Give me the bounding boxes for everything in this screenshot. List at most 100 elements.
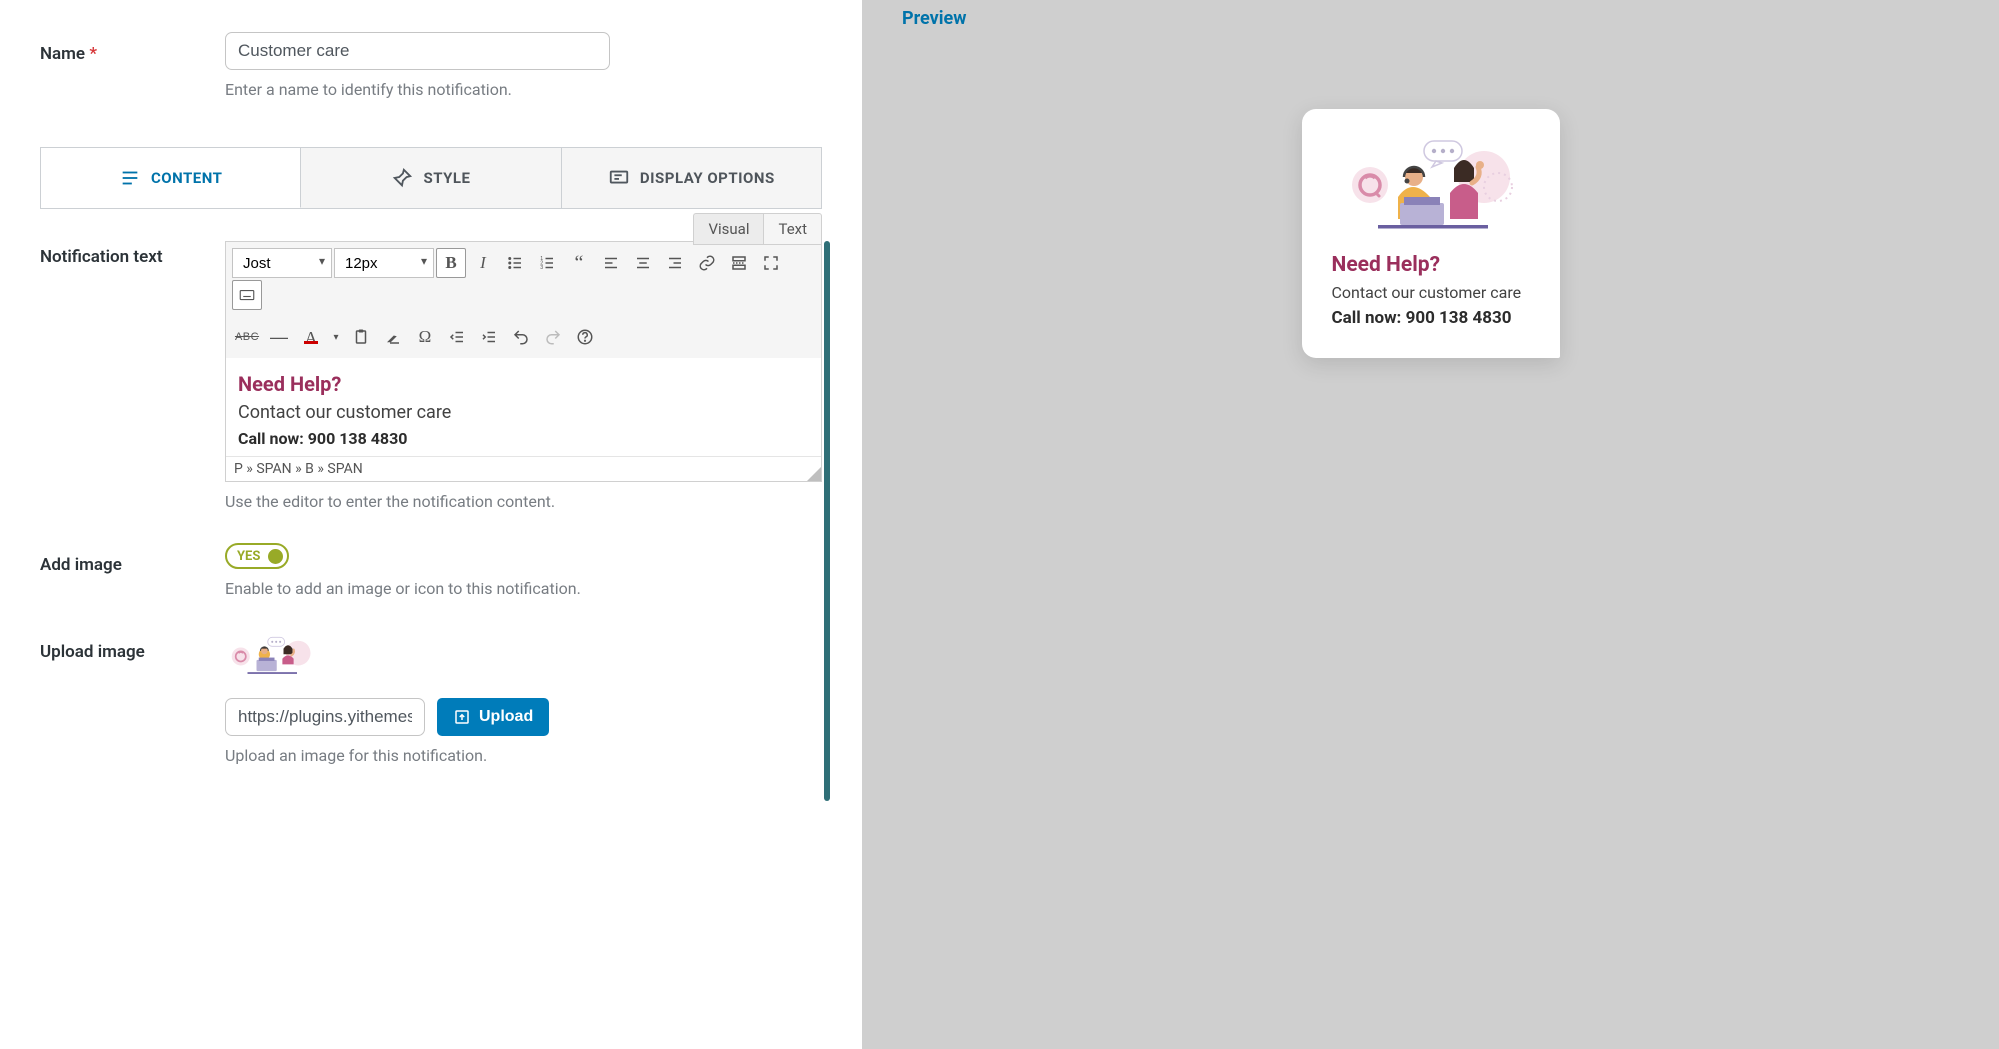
paste-text-button[interactable]	[346, 322, 376, 352]
upload-icon	[453, 708, 471, 726]
tab-content-text: CONTENT	[151, 169, 222, 187]
align-center-icon	[634, 254, 652, 272]
name-field-body: Enter a name to identify this notificati…	[225, 32, 822, 99]
align-right-button[interactable]	[660, 248, 690, 278]
content-icon	[119, 167, 141, 189]
upload-helper: Upload an image for this notification.	[225, 746, 822, 765]
editor-helper: Use the editor to enter the notification…	[225, 492, 822, 511]
italic-button[interactable]: I	[468, 248, 498, 278]
toggle-knob	[268, 549, 283, 564]
readmore-button[interactable]	[724, 248, 754, 278]
toolbar-row-1: Jost 12px B I	[226, 242, 821, 316]
editor-container: Visual Text Jost	[225, 241, 822, 511]
redo-button[interactable]	[538, 322, 568, 352]
readmore-icon	[730, 254, 748, 272]
toggle-text: YES	[237, 549, 260, 564]
upload-label: Upload image	[40, 630, 225, 662]
editor-subtext: Contact our customer care	[238, 402, 809, 423]
help-icon	[576, 328, 594, 346]
add-image-toggle[interactable]: YES	[225, 543, 289, 569]
keyboard-icon	[238, 286, 256, 304]
align-right-icon	[666, 254, 684, 272]
text-color-dropdown[interactable]: ▾	[328, 322, 344, 352]
add-image-body: YES Enable to add an image or icon to th…	[225, 543, 822, 598]
help-button[interactable]	[570, 322, 600, 352]
align-center-button[interactable]	[628, 248, 658, 278]
fullscreen-icon	[762, 254, 780, 272]
tab-style[interactable]: STYLE	[301, 148, 561, 208]
align-left-icon	[602, 254, 620, 272]
name-helper: Enter a name to identify this notificati…	[225, 80, 822, 99]
hr-button[interactable]: —	[264, 322, 294, 352]
tab-display-options[interactable]: DISPLAY OPTIONS	[562, 148, 821, 208]
bold-button[interactable]: B	[436, 248, 466, 278]
editor-section: Notification text Visual Text Jost	[40, 241, 822, 511]
eraser-icon	[384, 328, 402, 346]
preview-subtext: Contact our customer care	[1332, 283, 1530, 302]
upload-row: Upload image	[40, 630, 822, 765]
editor-path-text: P » SPAN » B » SPAN	[234, 461, 363, 477]
preview-calltext: Call now: 900 138 4830	[1332, 308, 1530, 328]
support-illustration-large	[1346, 135, 1516, 233]
upload-url-input[interactable]	[225, 698, 425, 736]
upload-button[interactable]: Upload	[437, 698, 549, 736]
style-icon	[391, 167, 413, 189]
preview-panel: Preview	[862, 0, 1999, 1049]
scroll-indicator[interactable]	[824, 241, 830, 801]
upload-controls: Upload	[225, 698, 822, 736]
preview-card: Need Help? Contact our customer care Cal…	[1302, 109, 1560, 358]
editor-path-bar: P » SPAN » B » SPAN	[226, 456, 821, 481]
preview-illustration	[1332, 135, 1530, 233]
outdent-button[interactable]	[442, 322, 472, 352]
settings-panel: Name * Enter a name to identify this not…	[0, 0, 862, 1049]
section-tabs: CONTENT STYLE DISPLAY OPTIONS	[40, 147, 822, 209]
name-field-row: Name * Enter a name to identify this not…	[40, 32, 822, 99]
toolbar-row-2: ABC — A ▾	[226, 316, 821, 358]
bullet-list-button[interactable]	[500, 248, 530, 278]
redo-icon	[544, 328, 562, 346]
link-button[interactable]	[692, 248, 722, 278]
name-input[interactable]	[225, 32, 610, 70]
add-image-row: Add image YES Enable to add an image or …	[40, 543, 822, 598]
upload-body: Upload Upload an image for this notifica…	[225, 630, 822, 765]
editor-heading-text: Need Help?	[238, 372, 809, 396]
editor-mode-text[interactable]: Text	[763, 213, 822, 245]
fullscreen-button[interactable]	[756, 248, 786, 278]
add-image-label: Add image	[40, 543, 225, 575]
name-label: Name *	[40, 32, 225, 64]
tab-content[interactable]: CONTENT	[41, 148, 301, 208]
editor-box: Jost 12px B I	[225, 241, 822, 482]
tab-style-text: STYLE	[423, 169, 470, 187]
strikethrough-button[interactable]: ABC	[232, 322, 262, 352]
undo-button[interactable]	[506, 322, 536, 352]
blockquote-button[interactable]: “	[564, 248, 594, 278]
upload-button-text: Upload	[479, 708, 533, 726]
bullet-list-icon	[506, 254, 524, 272]
editor-label: Notification text	[40, 241, 225, 267]
add-image-helper: Enable to add an image or icon to this n…	[225, 579, 822, 598]
editor-mode-tabs: Visual Text	[693, 213, 822, 245]
preview-heading: Need Help?	[1332, 253, 1530, 277]
numbered-list-button[interactable]: 123	[532, 248, 562, 278]
display-options-icon	[608, 167, 630, 189]
required-mark: *	[89, 44, 97, 64]
text-color-button[interactable]: A	[296, 322, 326, 352]
align-left-button[interactable]	[596, 248, 626, 278]
preview-title: Preview	[902, 8, 1959, 29]
font-select[interactable]: Jost	[232, 248, 332, 278]
numbered-list-icon: 123	[538, 254, 556, 272]
special-char-button[interactable]: Ω	[410, 322, 440, 352]
editor-mode-visual[interactable]: Visual	[693, 213, 763, 245]
editor-canvas[interactable]: Need Help? Contact our customer care Cal…	[226, 358, 821, 456]
upload-preview-thumb	[225, 630, 315, 684]
indent-icon	[480, 328, 498, 346]
toolbar-toggle-button[interactable]	[232, 280, 262, 310]
name-label-text: Name	[40, 44, 85, 64]
editor-resize-handle[interactable]	[807, 467, 821, 481]
indent-button[interactable]	[474, 322, 504, 352]
clear-formatting-button[interactable]	[378, 322, 408, 352]
outdent-icon	[448, 328, 466, 346]
editor-call-text: Call now: 900 138 4830	[238, 429, 809, 448]
clipboard-icon	[352, 328, 370, 346]
fontsize-select[interactable]: 12px	[334, 248, 434, 278]
